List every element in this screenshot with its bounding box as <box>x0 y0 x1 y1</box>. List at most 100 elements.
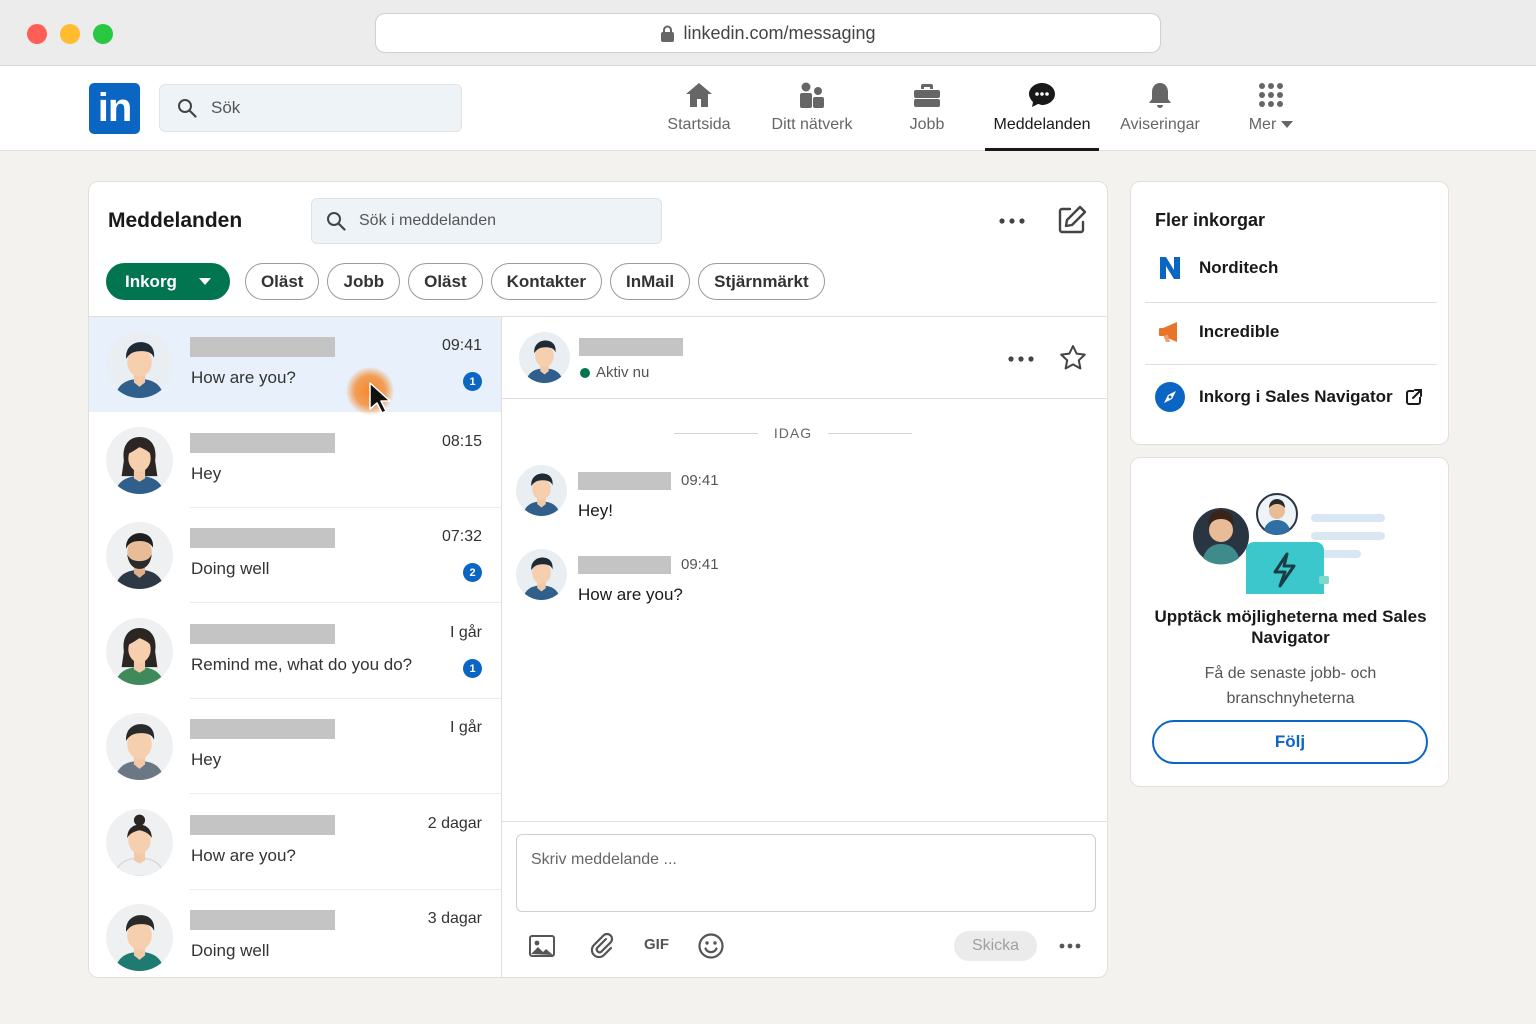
message-input[interactable]: Skriv meddelande ... <box>516 834 1096 912</box>
divider <box>502 821 1107 822</box>
nav-messaging[interactable]: Meddelanden <box>985 80 1099 151</box>
avatar <box>516 465 567 516</box>
nav-more[interactable]: Mer <box>1214 80 1328 151</box>
nav-messaging-label: Meddelanden <box>993 116 1091 133</box>
send-button[interactable]: Skicka <box>954 931 1037 961</box>
conversation-item[interactable]: 07:32 Doing well 2 <box>89 508 501 603</box>
unread-badge: 2 <box>463 563 482 582</box>
conversation-snippet: Doing well <box>191 941 270 960</box>
top-navigation: in Sök Startsida Ditt nätverk Jobb Medde… <box>0 66 1536 151</box>
global-search-input[interactable]: Sök <box>159 84 462 132</box>
avatar <box>516 549 567 600</box>
compose-icon[interactable] <box>1056 204 1088 236</box>
nav-notifications-label: Aviseringar <box>1120 116 1200 133</box>
messaging-search-placeholder: Sök i meddelanden <box>359 212 496 229</box>
conversation-list: 09:41 How are you? 1 08:15 Hey 07:32 Doi… <box>89 317 502 978</box>
more-options-icon[interactable] <box>1006 349 1036 369</box>
sales-navigator-promo: Upptäck möjligheterna med Sales Navigato… <box>1130 457 1449 787</box>
paperclip-icon[interactable] <box>588 932 616 960</box>
inbox-filter-label: Inkorg <box>125 271 177 291</box>
nav-home-label: Startsida <box>667 116 731 133</box>
conversation-snippet: Remind me, what do you do? <box>191 655 413 674</box>
more-options-icon[interactable] <box>1058 940 1082 952</box>
follow-button[interactable]: Följ <box>1152 720 1428 764</box>
presence-status: Aktiv nu <box>580 364 649 381</box>
presence-text: Aktiv nu <box>596 364 650 381</box>
messaging-icon <box>1029 83 1055 107</box>
unread-badge: 1 <box>463 659 482 678</box>
conversation-snippet: Hey <box>191 464 222 483</box>
filter-unread-2[interactable]: Oläst <box>408 263 483 300</box>
bell-icon <box>1149 83 1171 108</box>
redacted-name <box>190 719 335 739</box>
star-icon[interactable] <box>1058 343 1088 373</box>
conversation-item[interactable]: I går Hey <box>89 699 501 794</box>
inbox-filter-dropdown[interactable]: Inkorg <box>106 263 230 300</box>
nav-notifications[interactable]: Aviseringar <box>1103 80 1217 151</box>
redacted-name <box>190 337 335 357</box>
filter-starred[interactable]: Stjärnmärkt <box>698 263 825 300</box>
image-icon[interactable] <box>528 932 556 960</box>
redacted-name <box>190 433 335 453</box>
conversation-item[interactable]: 08:15 Hey <box>89 413 501 508</box>
home-icon <box>686 83 712 107</box>
filter-unread[interactable]: Oläst <box>244 263 320 300</box>
conversation-item[interactable]: I går Remind me, what do you do? 1 <box>89 604 501 699</box>
nav-more-label: Mer <box>1248 116 1277 133</box>
linkedin-logo[interactable]: in <box>89 83 140 134</box>
window-close-button[interactable] <box>27 24 47 44</box>
conversation-time: I går <box>449 624 482 641</box>
inbox-norditech[interactable]: Norditech <box>1145 238 1437 298</box>
browser-chrome: linkedin.com/messaging <box>0 0 1536 66</box>
avatar[interactable] <box>519 332 570 383</box>
nav-network[interactable]: Ditt nätverk <box>755 80 869 151</box>
inbox-incredible[interactable]: Incredible <box>1145 302 1437 362</box>
filter-jobs[interactable]: Jobb <box>327 263 401 300</box>
nav-home[interactable]: Startsida <box>642 80 756 151</box>
conversation-time: 07:32 <box>441 528 482 545</box>
conversation-snippet: Hey <box>191 750 222 769</box>
thread-header: Aktiv nu <box>502 317 1107 399</box>
message-time: 09:41 <box>681 556 719 573</box>
emoji-icon[interactable] <box>697 932 725 960</box>
conversation-item[interactable]: 09:41 How are you? 1 <box>89 317 501 415</box>
compass-icon <box>1155 382 1185 412</box>
address-bar[interactable]: linkedin.com/messaging <box>375 13 1161 53</box>
redacted-name <box>578 472 671 490</box>
inbox-sales-navigator[interactable]: Inkorg i Sales Navigator <box>1145 367 1437 427</box>
promo-subtitle: Få de senaste jobb- och branschnyheterna <box>1204 665 1377 707</box>
redacted-name <box>190 910 335 930</box>
inbox-label: Norditech <box>1199 258 1279 277</box>
more-options-icon[interactable] <box>995 209 1029 233</box>
conversation-snippet: How are you? <box>191 368 296 387</box>
nav-network-label: Ditt nätverk <box>771 116 853 133</box>
conversation-snippet: How are you? <box>191 846 296 865</box>
search-icon <box>327 212 346 231</box>
nav-jobs[interactable]: Jobb <box>870 80 984 151</box>
window-zoom-button[interactable] <box>93 24 113 44</box>
redacted-name <box>190 528 335 548</box>
avatar <box>106 427 173 494</box>
conversation-time: 08:15 <box>441 433 482 450</box>
conversation-item[interactable]: 3 dagar Doing well <box>89 890 501 978</box>
window-minimize-button[interactable] <box>60 24 80 44</box>
mouse-cursor <box>346 367 394 415</box>
messaging-search-input[interactable]: Sök i meddelanden <box>311 198 662 244</box>
filter-contacts[interactable]: Kontakter <box>490 263 602 300</box>
avatar <box>106 618 173 685</box>
gif-button[interactable]: GIF <box>644 936 669 953</box>
redacted-name[interactable] <box>579 338 683 356</box>
promo-title: Upptäck möjligheterna med Sales Navigato… <box>1154 607 1427 647</box>
online-dot-icon <box>580 367 590 378</box>
filter-inmail[interactable]: InMail <box>609 263 691 300</box>
network-icon <box>800 82 824 108</box>
redacted-name <box>578 556 671 574</box>
conversation-item[interactable]: 2 dagar How are you? <box>89 795 501 890</box>
composer-toolbar: GIF Skicka <box>502 923 1107 963</box>
lock-icon <box>661 25 675 42</box>
message-text: Hey! <box>578 501 613 520</box>
redacted-name <box>190 815 335 835</box>
grid-icon <box>1259 83 1283 107</box>
message: 09:41 How are you? <box>516 549 1076 609</box>
briefcase-icon <box>914 84 940 107</box>
